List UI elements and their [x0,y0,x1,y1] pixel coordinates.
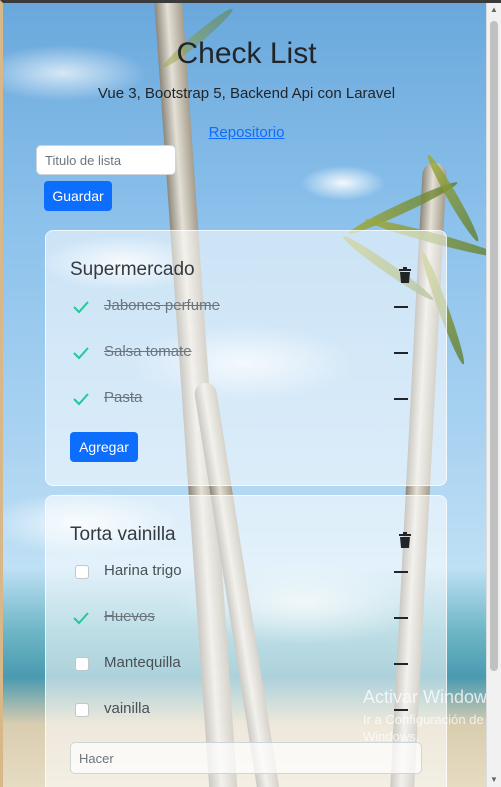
item-label: Huevos [104,608,155,625]
page-title: Check List [176,37,317,70]
save-list-button[interactable]: Guardar [44,181,112,211]
browser-viewport: Check List Vue 3, Bootstrap 5, Backend A… [0,0,501,787]
item-checkbox[interactable] [75,657,89,671]
scroll-up-arrow-icon[interactable]: ▲ [487,3,501,17]
checkmark-icon[interactable] [72,344,90,362]
card-title: Torta vainilla [70,524,176,545]
watermark-line-3: Windows. [363,729,420,744]
list-item: Huevos [70,607,426,629]
checkmark-icon[interactable] [72,609,90,627]
item-checkbox[interactable] [75,565,89,579]
item-label: Harina trigo [104,562,182,579]
list-item: Harina trigo [70,561,426,583]
item-label: Pasta [104,389,143,406]
windows-activation-watermark: Activar Windows Ir a Configuración de PC… [363,687,501,744]
remove-item-icon[interactable] [394,617,408,619]
scroll-down-arrow-icon[interactable]: ▼ [487,773,501,787]
app-container: Check List Vue 3, Bootstrap 5, Backend A… [3,3,501,787]
remove-item-icon[interactable] [394,663,408,665]
watermark-line-2: Ir a Configuración de PC para activar [363,712,501,727]
remove-item-icon[interactable] [394,306,408,308]
checklist-card-supermercado: Supermercado Jabones perfume Salsa tomat… [45,230,447,486]
remove-item-icon[interactable] [394,398,408,400]
item-label: vainilla [104,700,150,717]
remove-item-icon[interactable] [394,352,408,354]
item-checkbox[interactable] [75,703,89,717]
watermark-line-1: Activar Windows [363,687,497,707]
list-item: Pasta [70,388,426,410]
list-title-input[interactable] [36,145,176,175]
vertical-scrollbar[interactable]: ▲ ▼ [486,3,501,787]
repository-link[interactable]: Repositorio [3,124,490,141]
trash-icon[interactable] [398,532,412,548]
trash-icon[interactable] [398,267,412,283]
item-label: Jabones perfume [104,297,220,314]
remove-item-icon[interactable] [394,571,408,573]
card-title: Supermercado [70,259,195,280]
scrollbar-thumb[interactable] [490,21,498,671]
list-item: Jabones perfume [70,296,426,318]
add-item-button[interactable]: Agregar [70,432,138,462]
list-item: Salsa tomate [70,342,426,364]
item-label: Salsa tomate [104,343,192,360]
page-subtitle: Vue 3, Bootstrap 5, Backend Api con Lara… [97,85,396,102]
new-item-input[interactable] [70,742,422,774]
item-label: Mantequilla [104,654,181,671]
checkmark-icon[interactable] [72,298,90,316]
checkmark-icon[interactable] [72,390,90,408]
list-item: Mantequilla [70,653,426,675]
